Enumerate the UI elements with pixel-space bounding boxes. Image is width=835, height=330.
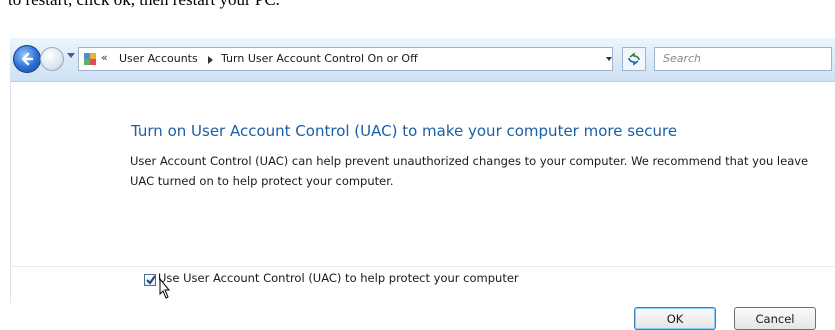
window-border <box>10 81 11 303</box>
navigation-bar: « User Accounts Turn User Account Contro… <box>10 38 835 82</box>
breadcrumb-turn-uac[interactable]: Turn User Account Control On or Off <box>221 52 418 65</box>
back-button[interactable] <box>13 45 41 73</box>
uac-checkbox[interactable] <box>144 274 156 286</box>
recent-pages-dropdown-icon[interactable] <box>67 53 75 58</box>
uac-description: User Account Control (UAC) can help prev… <box>130 154 809 188</box>
search-placeholder: Search <box>663 52 702 65</box>
address-bar[interactable]: « User Accounts Turn User Account Contro… <box>78 47 613 71</box>
refresh-button[interactable] <box>622 47 646 71</box>
control-panel-window: « User Accounts Turn User Account Contro… <box>10 38 835 330</box>
refresh-icon <box>628 52 640 66</box>
breadcrumb-separator-icon[interactable] <box>208 56 213 64</box>
check-icon <box>146 275 156 285</box>
divider <box>10 266 835 267</box>
ok-button[interactable]: OK <box>634 307 716 330</box>
control-panel-icon <box>84 53 96 65</box>
address-dropdown-icon[interactable] <box>606 57 612 61</box>
uac-checkbox-label[interactable]: Use User Account Control (UAC) to help p… <box>158 271 519 285</box>
breadcrumb-overflow-icon[interactable]: « <box>101 51 108 64</box>
back-arrow-icon <box>21 52 34 66</box>
forward-button[interactable] <box>40 47 64 71</box>
cancel-button[interactable]: Cancel <box>734 307 816 330</box>
mouse-cursor-icon <box>159 278 171 299</box>
caption-text: to restart, click ok, then restart your … <box>8 0 280 10</box>
page-title: Turn on User Account Control (UAC) to ma… <box>131 122 678 140</box>
search-input[interactable]: Search <box>654 47 832 71</box>
breadcrumb-user-accounts[interactable]: User Accounts <box>119 52 198 65</box>
